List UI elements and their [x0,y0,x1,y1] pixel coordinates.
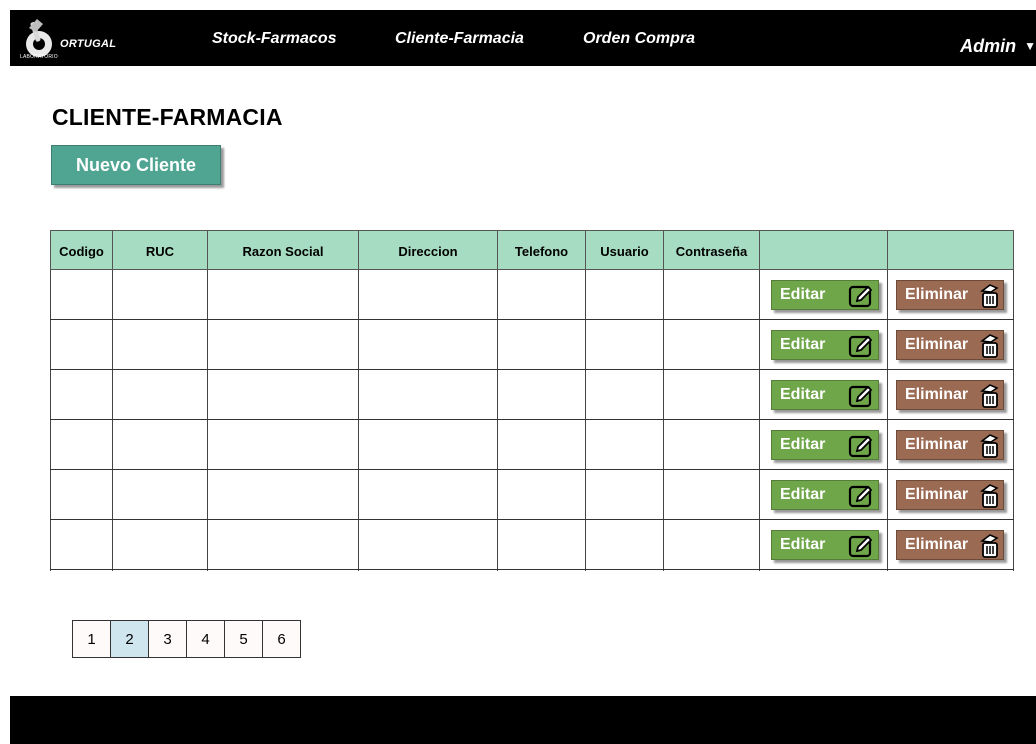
delete-button[interactable]: Eliminar [896,280,1004,310]
pagination: 123456 [72,620,301,658]
edit-icon [848,335,873,358]
table-header: Codigo RUC Razon Social Direccion Telefo… [50,230,1014,271]
delete-label: Eliminar [905,336,969,353]
trash-icon [980,334,999,358]
edit-label: Editar [780,336,826,353]
logo-text: ORTUGAL [60,38,117,50]
user-menu[interactable]: Admin ▼ [960,36,1036,57]
table-column-divider [585,270,586,571]
column-header-telefono: Telefono [498,231,586,271]
edit-label: Editar [780,486,826,503]
delete-label: Eliminar [905,486,969,503]
delete-button[interactable]: Eliminar [896,380,1004,410]
table-column-divider [497,270,498,571]
edit-button[interactable]: Editar [771,430,879,460]
column-header-direccion: Direccion [359,231,498,271]
edit-label: Editar [780,436,826,453]
delete-label: Eliminar [905,386,969,403]
delete-button[interactable]: Eliminar [896,430,1004,460]
trash-icon [980,284,999,308]
nav-orden-compra[interactable]: Orden Compra [583,30,695,48]
top-navbar: ORTUGAL LABORATORIO Stock-Farmacos Clien… [10,10,1036,66]
trash-icon [980,434,999,458]
table-column-divider [759,270,760,571]
edit-icon [848,285,873,308]
column-header-contrasena: Contraseña [664,231,760,271]
delete-button[interactable]: Eliminar [896,480,1004,510]
logo[interactable]: ORTUGAL LABORATORIO [20,16,130,62]
column-header-edit [760,231,888,271]
page-2-button[interactable]: 2 [110,620,149,658]
column-header-ruc: RUC [113,231,208,271]
column-header-razon-social: Razon Social [208,231,359,271]
page-3-button[interactable]: 3 [148,620,187,658]
edit-label: Editar [780,286,826,303]
page-4-button[interactable]: 4 [186,620,225,658]
delete-button[interactable]: Eliminar [896,330,1004,360]
table-row-divider [50,519,1014,520]
caret-down-icon: ▼ [1024,39,1036,53]
user-label: Admin [960,36,1017,56]
new-client-button[interactable]: Nuevo Cliente [51,145,221,185]
edit-icon [848,385,873,408]
table-row-divider [50,319,1014,320]
table-row-divider [50,419,1014,420]
table-column-divider [358,270,359,571]
nav-cliente-farmacia[interactable]: Cliente-Farmacia [395,30,524,48]
page-1-button[interactable]: 1 [72,620,111,658]
table-row-divider [50,369,1014,370]
delete-label: Eliminar [905,436,969,453]
table-column-divider [663,270,664,571]
edit-button[interactable]: Editar [771,330,879,360]
table-column-divider [112,270,113,571]
edit-icon [848,485,873,508]
column-header-usuario: Usuario [586,231,664,271]
page-5-button[interactable]: 5 [224,620,263,658]
delete-label: Eliminar [905,536,969,553]
trash-icon [980,384,999,408]
edit-label: Editar [780,386,826,403]
trash-icon [980,534,999,558]
table-column-divider [1013,270,1014,571]
trash-icon [980,484,999,508]
logo-subtitle: LABORATORIO [20,54,58,60]
column-header-codigo: Codigo [51,231,113,271]
edit-button[interactable]: Editar [771,480,879,510]
edit-label: Editar [780,536,826,553]
edit-button[interactable]: Editar [771,530,879,560]
delete-label: Eliminar [905,286,969,303]
clients-table: Codigo RUC Razon Social Direccion Telefo… [50,230,1014,571]
footer [10,696,1036,744]
edit-icon [848,535,873,558]
page-title: CLIENTE-FARMACIA [52,104,283,130]
table-column-divider [50,270,51,571]
table-column-divider [887,270,888,571]
edit-icon [848,435,873,458]
edit-button[interactable]: Editar [771,280,879,310]
nav-stock-farmacos[interactable]: Stock-Farmacos [212,30,337,48]
edit-button[interactable]: Editar [771,380,879,410]
table-row-divider [50,569,1014,570]
table-row-divider [50,469,1014,470]
column-header-delete [888,231,1013,271]
delete-button[interactable]: Eliminar [896,530,1004,560]
table-column-divider [207,270,208,571]
page-6-button[interactable]: 6 [262,620,301,658]
